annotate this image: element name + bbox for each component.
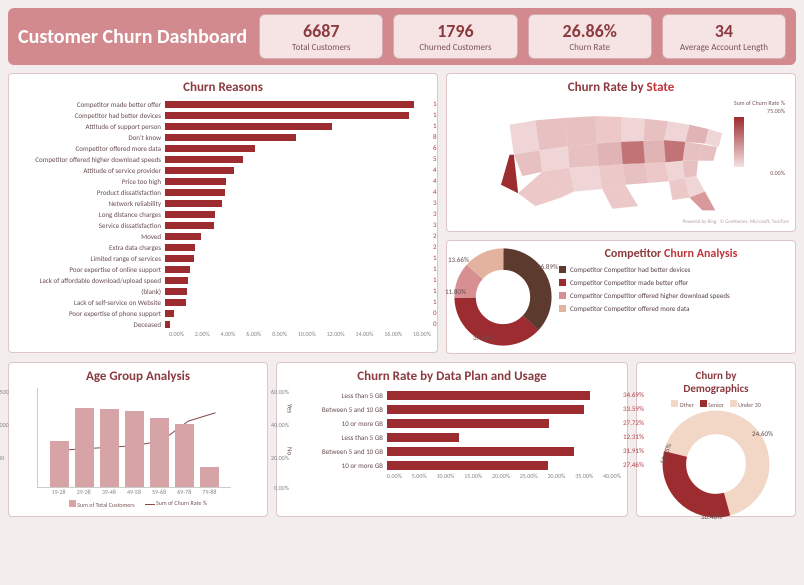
reason-row: Price too high 4.12%: [15, 176, 431, 187]
data-plan-row: Between 5 and 10 GB 33.59%: [297, 402, 621, 416]
reason-row: Lack of self-service on Website 1.45%: [15, 297, 431, 308]
competitor-legend: Competitor Competitor had better devices…: [553, 265, 789, 313]
chart-title: Competitor Churn Analysis: [553, 247, 789, 261]
kpi-churn-rate: 26.86% Churn Rate: [528, 14, 652, 59]
data-plan-bars: Yes Less than 5 GB 34.69% Between 5 and …: [283, 388, 621, 472]
data-plan-row: Less than 5 GB 12.31%: [297, 430, 621, 444]
data-plan-row: Less than 5 GB 34.69%: [297, 388, 621, 402]
reason-row: Long distance charges 3.40%: [15, 209, 431, 220]
chart-title: Churn Reasons: [15, 80, 431, 95]
reason-row: Competitor offered more data 6.12%: [15, 143, 431, 154]
map-legend: Sum of Churn Rate % 75.00% 0.00%: [734, 99, 785, 177]
reason-row: Extra data charges 2.00%: [15, 242, 431, 253]
reason-row: Don't know 8.85%: [15, 132, 431, 143]
x-axis: 0.00%2.00%4.00%6.00%8.00%10.00%12.00%14.…: [169, 330, 431, 338]
reason-row: Competitor offered higher download speed…: [15, 154, 431, 165]
competitor-donut: 36.89% 37.64% 11.80% 13.66%: [453, 247, 553, 347]
chart-title: Churn Rate by Data Plan and Usage: [283, 369, 621, 384]
competitor-analysis-chart[interactable]: 36.89% 37.64% 11.80% 13.66% Competitor C…: [446, 240, 796, 354]
reason-row: Lack of affordable download/upload speed…: [15, 275, 431, 286]
reason-row: Poor expertise of online support 1.67%: [15, 264, 431, 275]
data-plan-row: Between 5 and 10 GB 31.91%: [297, 444, 621, 458]
age-group-chart[interactable]: Age Group Analysis 1,5001,0005000 60.00%…: [8, 362, 268, 517]
reason-row: Moved 2.45%: [15, 231, 431, 242]
age-categories: 19-2829-3839-4849-5859-6869-7879-88: [37, 488, 231, 496]
churn-reasons-chart[interactable]: Churn Reasons Competitor made better off…: [8, 73, 438, 353]
chart-title: Churn Rate by State: [453, 80, 789, 95]
data-plan-row: 10 or more GB 27.46%: [297, 458, 621, 472]
reason-row: Limited range of services 1.95%: [15, 253, 431, 264]
reason-row: Network reliability 3.84%: [15, 198, 431, 209]
churn-by-state-chart[interactable]: Churn Rate by State: [446, 73, 796, 232]
reason-row: Attitude of service provider 4.68%: [15, 165, 431, 176]
churn-reasons-bars: Competitor made better offer 16.87% Comp…: [15, 99, 431, 330]
kpi-avg-account-length: 34 Average Account Length: [662, 14, 786, 59]
x-axis: 0.00%5.00%10.00%15.00%20.00%25.00%30.00%…: [387, 472, 621, 480]
kpi-churned-customers: 1796 Churned Customers: [393, 14, 517, 59]
chart-title: Age Group Analysis: [15, 369, 261, 384]
reason-row: Service dissatisfaction 3.34%: [15, 220, 431, 231]
dashboard-title: Customer Churn Dashboard: [18, 25, 247, 49]
demographics-chart[interactable]: Churn byDemographics Other Senior Under …: [636, 362, 796, 517]
kpi-total-customers: 6687 Total Customers: [259, 14, 383, 59]
reason-row: Competitor made better offer 16.87%: [15, 99, 431, 110]
age-legend: Sum of Total Customers Sum of Churn Rate…: [15, 499, 261, 509]
chart-title: Churn byDemographics: [643, 369, 789, 395]
data-plan-row: 10 or more GB 27.72%: [297, 416, 621, 430]
data-plan-chart[interactable]: Churn Rate by Data Plan and Usage Yes Le…: [276, 362, 628, 517]
reason-row: (blank) 1.50%: [15, 286, 431, 297]
dashboard-header: Customer Churn Dashboard 6687 Total Cust…: [8, 8, 796, 65]
reason-row: Deceased 0.33%: [15, 319, 431, 330]
reason-row: Competitor had better devices 16.54%: [15, 110, 431, 121]
demographics-legend: Other Senior Under 30: [643, 399, 789, 409]
kpi-row: 6687 Total Customers 1796 Churned Custom…: [259, 14, 786, 59]
reason-row: Poor expertise of phone support 0.61%: [15, 308, 431, 319]
age-bars: [37, 388, 231, 488]
demographics-donut: 24.60% 38.46% 52.95%: [661, 409, 771, 519]
reason-row: Attitude of support person 11.30%: [15, 121, 431, 132]
us-map: Sum of Churn Rate % 75.00% 0.00%: [453, 99, 789, 219]
reason-row: Product dissatisfaction 4.06%: [15, 187, 431, 198]
